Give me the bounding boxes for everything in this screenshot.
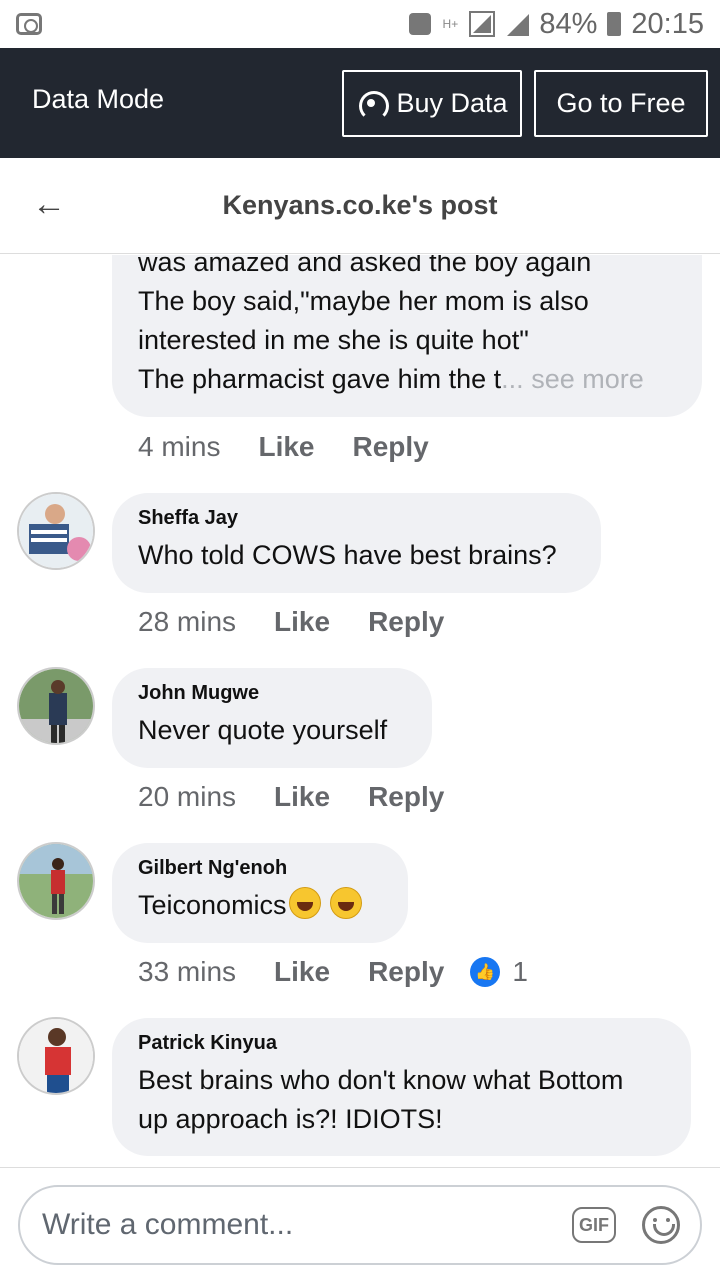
- commenter-name[interactable]: John Mugwe: [138, 682, 406, 705]
- clock: 20:15: [631, 7, 704, 40]
- comment-meta: 28 mins Like Reply: [138, 606, 444, 638]
- phone-icon: [409, 13, 432, 35]
- data-mode-label: Data Mode: [32, 83, 165, 114]
- comment-line: Best brains who don't know what Bottom: [138, 1065, 624, 1095]
- comment-composer: GIF: [0, 1167, 720, 1280]
- comment-text: was amazed and asked the boy again The b…: [138, 255, 676, 399]
- avatar[interactable]: [17, 1017, 95, 1095]
- commenter-name[interactable]: Patrick Kinyua: [138, 1032, 665, 1055]
- post-header: ← Kenyans.co.ke's post: [0, 158, 720, 254]
- status-bar: H+ 84% 20:15: [0, 0, 720, 48]
- thumbs-up-icon: 👍: [470, 957, 501, 987]
- see-more-link[interactable]: see more: [531, 364, 644, 394]
- laughing-emoji-icon: [330, 887, 363, 919]
- comment-bubble: Sheffa Jay Who told COWS have best brain…: [112, 493, 601, 593]
- comment-line: The pharmacist gave him the t... see mor…: [138, 364, 644, 394]
- reply-button[interactable]: Reply: [368, 606, 444, 638]
- laughing-emoji-icon: [288, 887, 321, 919]
- back-arrow-icon[interactable]: ←: [32, 187, 66, 221]
- comment-line: was amazed and asked the boy again: [138, 255, 592, 277]
- comment-time: 4 mins: [138, 431, 221, 462]
- comment-line: up approach is?! IDIOTS!: [138, 1104, 443, 1134]
- gif-icon[interactable]: GIF: [572, 1207, 616, 1243]
- comment-text: Teiconomics: [138, 886, 382, 925]
- comment-text: Who told COWS have best brains?: [138, 540, 557, 570]
- comment-meta: 33 mins Like Reply 👍 1: [138, 956, 528, 988]
- comment-text: Best brains who don't know what Bottom u…: [138, 1061, 665, 1139]
- comment-time: 33 mins: [138, 956, 237, 987]
- battery-icon: [607, 12, 622, 36]
- comment-time: 28 mins: [138, 606, 237, 637]
- reaction-count[interactable]: 1: [512, 956, 528, 988]
- avatar[interactable]: [17, 667, 95, 745]
- avatar[interactable]: [17, 842, 95, 920]
- signal-icon: [469, 11, 496, 37]
- comment-line: interested in me she is quite hot": [138, 325, 529, 355]
- commenter-name[interactable]: Sheffa Jay: [138, 507, 575, 530]
- comment-bubble: Gilbert Ng'enoh Teiconomics: [112, 843, 408, 943]
- commenter-name[interactable]: Gilbert Ng'enoh: [138, 857, 382, 880]
- like-button[interactable]: Like: [274, 606, 330, 638]
- data-mode-bar: Data Mode Buy Data Go to Free: [0, 48, 720, 158]
- like-button[interactable]: Like: [274, 781, 330, 813]
- comment-meta: 4 mins Like Reply: [138, 431, 429, 463]
- smiley-icon[interactable]: [642, 1206, 680, 1244]
- comment-input-box[interactable]: GIF: [18, 1185, 702, 1265]
- comment-input[interactable]: [42, 1208, 572, 1242]
- comment-bubble: John Mugwe Never quote yourself: [112, 668, 432, 768]
- buy-data-label: Buy Data: [396, 87, 508, 118]
- comment-time: 20 mins: [138, 781, 237, 812]
- network-type-icon: H+: [442, 17, 459, 31]
- camera-icon: [16, 13, 42, 35]
- reply-button[interactable]: Reply: [353, 431, 429, 463]
- comment-meta: 20 mins Like Reply: [138, 781, 444, 813]
- like-button[interactable]: Like: [258, 431, 314, 463]
- reply-button[interactable]: Reply: [368, 781, 444, 813]
- avatar[interactable]: [17, 492, 95, 570]
- like-button[interactable]: Like: [274, 956, 330, 988]
- battery-percent: 84%: [539, 7, 598, 40]
- reply-button[interactable]: Reply: [368, 956, 444, 988]
- comment-text: Never quote yourself: [138, 715, 388, 745]
- comment-line: The boy said,"maybe her mom is also: [138, 286, 589, 316]
- buy-data-button[interactable]: Buy Data: [342, 69, 522, 137]
- comments-list[interactable]: was amazed and asked the boy again The b…: [0, 255, 720, 1167]
- ellipsis: ...: [501, 364, 524, 394]
- signal-strength-icon: [505, 12, 530, 36]
- comment-bubble: Patrick Kinyua Best brains who don't kno…: [112, 1018, 691, 1156]
- comment-bubble: was amazed and asked the boy again The b…: [112, 255, 702, 417]
- go-to-free-button[interactable]: Go to Free: [534, 69, 708, 137]
- page-title: Kenyans.co.ke's post: [222, 190, 498, 220]
- broadcast-icon: [356, 88, 390, 121]
